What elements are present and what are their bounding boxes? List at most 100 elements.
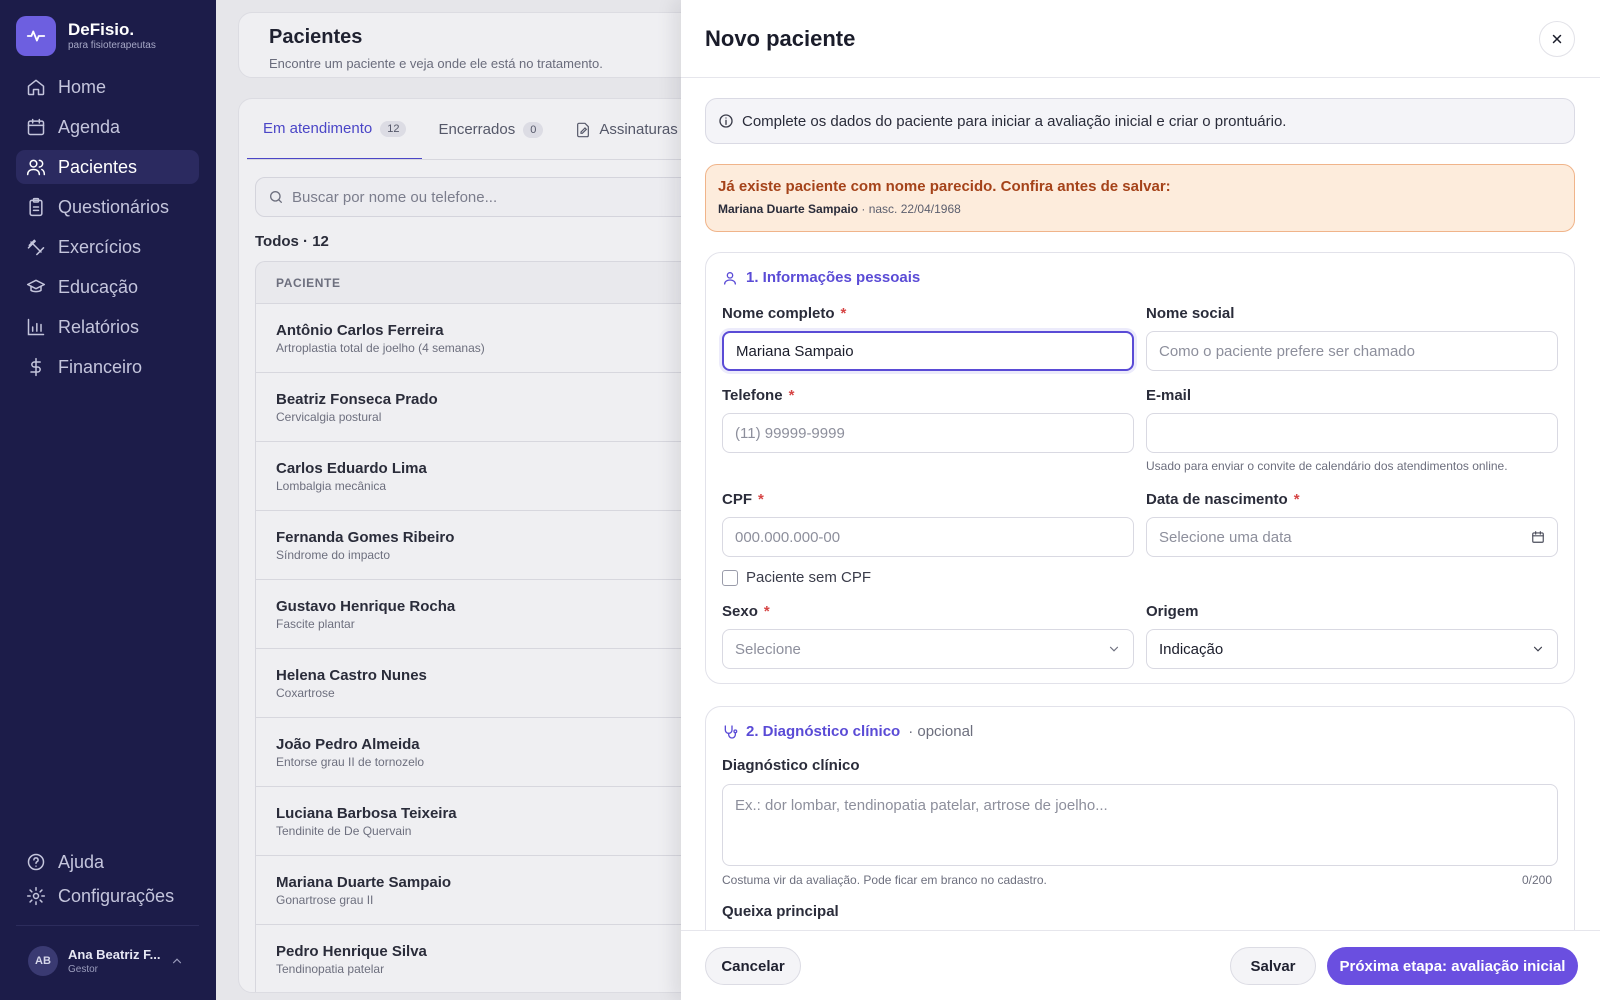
sidebar-item-label: Home xyxy=(58,76,107,97)
sidebar-nav: Home Agenda Pacientes Questionários Exer… xyxy=(16,70,199,390)
save-button[interactable]: Salvar xyxy=(1230,947,1316,985)
tab-label: Encerrados xyxy=(438,121,516,138)
next-step-button[interactable]: Próxima etapa: avaliação inicial xyxy=(1327,947,1578,985)
sidebar-item-home[interactable]: Home xyxy=(16,70,199,104)
diagnosis-textarea[interactable]: Ex.: dor lombar, tendinopatia patelar, a… xyxy=(722,784,1558,866)
document-edit-icon xyxy=(577,122,590,137)
search-placeholder: Buscar por nome ou telefone... xyxy=(292,188,498,206)
tab-count: 12 xyxy=(380,120,407,137)
section-title: 2. Diagnóstico clínico · opcional xyxy=(722,723,973,740)
cpf-label: CPF * xyxy=(722,491,764,508)
sidebar-item-agenda[interactable]: Agenda xyxy=(16,110,199,144)
email-hint: Usado para enviar o convite de calendári… xyxy=(1146,459,1508,473)
new-patient-panel: Novo paciente Complete os dados do pacie… xyxy=(681,0,1600,1000)
match-detail: · nasc. 22/04/1968 xyxy=(858,202,961,216)
duplicate-warning: Já existe paciente com nome parecido. Co… xyxy=(705,164,1575,232)
sidebar-item-educacao[interactable]: Educação xyxy=(16,270,199,304)
phone-label: Telefone * xyxy=(722,387,795,404)
origin-select[interactable]: Indicação xyxy=(1146,629,1558,669)
brand-name: DeFisio. xyxy=(68,20,135,39)
full-name-field[interactable]: Mariana Sampaio xyxy=(722,331,1134,371)
sidebar-item-financeiro[interactable]: Financeiro xyxy=(16,350,199,384)
birth-date-label: Data de nascimento * xyxy=(1146,491,1300,508)
panel-header: Novo paciente xyxy=(681,0,1600,78)
tab-label: Em atendimento xyxy=(263,120,373,137)
info-text: Complete os dados do paciente para inici… xyxy=(742,112,1287,130)
origin-label: Origem xyxy=(1146,603,1199,620)
sidebar-item-label: Exercícios xyxy=(58,236,142,257)
match-name: Mariana Duarte Sampaio xyxy=(718,202,859,216)
cancel-button[interactable]: Cancelar xyxy=(705,947,801,985)
info-banner: Complete os dados do paciente para inici… xyxy=(705,98,1575,144)
close-button[interactable] xyxy=(1539,21,1575,57)
full-name-label: Nome completo * xyxy=(722,305,847,322)
tabs: Em atendimento 12 Encerrados 0 Assinatur… xyxy=(247,99,694,160)
clipboard-icon xyxy=(29,197,43,217)
sidebar-item-exercicios[interactable]: Exercícios xyxy=(16,230,199,264)
chevron-down-icon xyxy=(1109,646,1119,652)
search-icon xyxy=(270,191,282,203)
patient-count: Todos · 12 xyxy=(255,233,329,250)
home-icon xyxy=(27,79,45,96)
calendar-icon xyxy=(1532,531,1544,543)
chevron-down-icon xyxy=(1533,646,1543,652)
tab-encerrados[interactable]: Encerrados 0 xyxy=(422,99,559,160)
dumbbell-icon xyxy=(27,239,45,256)
clinical-diagnosis-section: 2. Diagnóstico clínico · opcional Diagnó… xyxy=(705,706,1575,930)
user-name: Ana Beatriz F... xyxy=(68,946,161,962)
tab-assinaturas[interactable]: Assinaturas xyxy=(559,99,693,160)
diagnosis-counter: 0/200 xyxy=(1522,873,1553,887)
avatar: AB xyxy=(28,946,58,976)
complaint-label: Queixa principal xyxy=(722,903,839,920)
chevron-up-icon[interactable] xyxy=(170,954,184,968)
page-subtitle: Encontre um paciente e veja onde ele est… xyxy=(269,56,603,71)
sidebar-item-label: Pacientes xyxy=(58,156,138,177)
pulse-icon xyxy=(16,16,56,56)
sidebar-item-label: Agenda xyxy=(58,116,121,137)
panel-footer: Cancelar Salvar Próxima etapa: avaliação… xyxy=(681,930,1600,1000)
panel-title: Novo paciente xyxy=(705,26,856,51)
tab-em-atendimento[interactable]: Em atendimento 12 xyxy=(247,99,423,160)
gear-icon xyxy=(26,886,46,906)
birth-date-picker[interactable]: Selecione uma data xyxy=(1146,517,1558,557)
user-menu[interactable]: AB Ana Beatriz F... Gestor xyxy=(28,946,160,976)
no-cpf-checkbox[interactable] xyxy=(722,569,738,586)
no-cpf-checkbox-row[interactable]: Paciente sem CPF xyxy=(722,569,871,586)
optional-tag: · opcional xyxy=(908,723,974,740)
user-icon xyxy=(724,271,736,285)
sidebar: DeFisio. para fisioterapeutas Home Agend… xyxy=(0,0,216,1000)
sidebar-item-label: Educação xyxy=(58,276,139,297)
diagnosis-label: Diagnóstico clínico xyxy=(722,757,860,774)
section-title-text: 2. Diagnóstico clínico xyxy=(746,723,901,740)
user-role: Gestor xyxy=(68,963,99,975)
email-label: E-mail xyxy=(1146,387,1192,404)
panel-body[interactable]: Complete os dados do paciente para inici… xyxy=(681,78,1600,930)
sidebar-item-ajuda[interactable]: Ajuda xyxy=(16,845,199,879)
social-name-field[interactable]: Como o paciente prefere ser chamado xyxy=(1146,331,1558,371)
sex-select[interactable]: Selecione xyxy=(722,629,1134,669)
graduation-cap-icon xyxy=(26,279,46,293)
info-icon xyxy=(719,114,733,128)
brand[interactable]: DeFisio. para fisioterapeutas xyxy=(16,16,156,56)
diagnosis-hint: Costuma vir da avaliação. Pode ficar em … xyxy=(722,873,1047,887)
no-cpf-label: Paciente sem CPF xyxy=(746,569,872,586)
sidebar-item-relatorios[interactable]: Relatórios xyxy=(16,310,199,344)
sidebar-item-configuracoes[interactable]: Configurações xyxy=(16,879,199,913)
sidebar-item-label: Questionários xyxy=(58,196,170,217)
brand-tagline: para fisioterapeutas xyxy=(68,40,156,51)
phone-field[interactable]: (11) 99999-9999 xyxy=(722,413,1134,453)
help-circle-icon xyxy=(27,853,45,871)
sex-label: Sexo * xyxy=(722,603,770,620)
sidebar-item-label: Ajuda xyxy=(58,851,105,872)
sidebar-item-questionarios[interactable]: Questionários xyxy=(16,190,199,224)
page-title: Pacientes xyxy=(269,26,363,48)
social-name-label: Nome social xyxy=(1146,305,1235,322)
sidebar-item-label: Financeiro xyxy=(58,356,143,377)
warning-match[interactable]: Mariana Duarte Sampaio · nasc. 22/04/196… xyxy=(718,200,1562,218)
cpf-field[interactable]: 000.000.000-00 xyxy=(722,517,1134,557)
tab-label: Assinaturas xyxy=(599,121,678,138)
sidebar-item-label: Relatórios xyxy=(58,316,140,337)
sidebar-item-pacientes[interactable]: Pacientes xyxy=(16,150,199,184)
warning-title: Já existe paciente com nome parecido. Co… xyxy=(718,178,1171,195)
email-field[interactable] xyxy=(1146,413,1558,453)
